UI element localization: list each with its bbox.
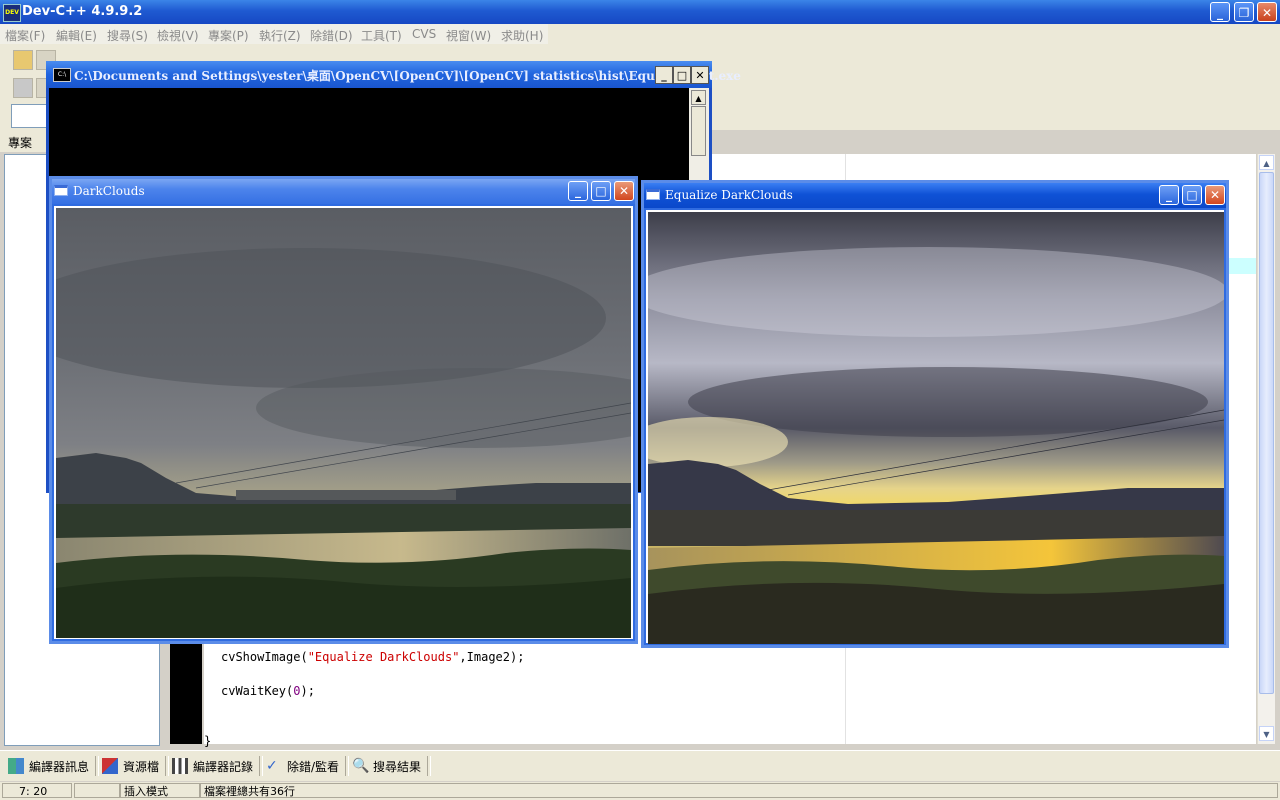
maximize-icon[interactable]: □ [1182, 185, 1202, 205]
menu-project[interactable]: 專案(P) [208, 27, 249, 44]
code-fn: cvShowImage( [221, 650, 308, 664]
code-line-showimage[interactable]: cvShowImage("Equalize DarkClouds",Image2… [221, 650, 524, 664]
menu-search[interactable]: 搜尋(S) [107, 27, 148, 44]
menu-view[interactable]: 檢視(V) [157, 27, 199, 44]
restore-icon[interactable]: ❐ [1234, 2, 1254, 22]
tab-label: 編譯器訊息 [29, 759, 90, 774]
tab-project[interactable]: 專案 [0, 130, 47, 152]
minimize-icon[interactable]: _ [1210, 2, 1230, 22]
tab-label: 除錯/監看 [287, 759, 340, 774]
code-closing-brace: } [204, 734, 212, 748]
menu-cvs[interactable]: CVS [412, 27, 436, 41]
minimize-icon[interactable]: _ [568, 181, 588, 201]
menu-edit[interactable]: 編輯(E) [56, 27, 97, 44]
window-icon [54, 185, 68, 196]
code-line-waitkey[interactable]: cvWaitKey(0); [221, 684, 315, 698]
status-bar: 7: 20 插入模式 檔案裡總共有36行 [0, 782, 1280, 800]
console-window-title: C:\Documents and Settings\yester\桌面\Open… [74, 69, 741, 83]
console-app-icon: C:\ [53, 68, 71, 82]
darkclouds-image [56, 208, 631, 638]
compiler-icon [8, 758, 24, 774]
editor-gutter [170, 640, 202, 744]
tab-search-results[interactable]: 🔍 搜尋結果 [352, 755, 421, 777]
minimize-icon[interactable]: _ [1159, 185, 1179, 205]
menu-bar: 檔案(F) 編輯(E) 搜尋(S) 檢視(V) 專案(P) 執行(Z) 除錯(D… [0, 24, 1280, 44]
new-project-icon[interactable] [13, 50, 33, 70]
maximize-icon[interactable]: □ [673, 66, 691, 84]
tab-label: 資源檔 [123, 759, 160, 774]
tab-project-label: 專案 [8, 136, 33, 150]
tab-separator [259, 756, 263, 776]
tab-label: 搜尋結果 [373, 759, 422, 774]
bottom-panel-tabs: 編譯器訊息 資源檔 編譯器記錄 ✓ 除錯/監看 🔍 搜尋結果 [0, 750, 1280, 781]
console-title-bar: C:\ C:\Documents and Settings\yester\桌面\… [46, 61, 741, 88]
grid-icon[interactable] [13, 78, 33, 98]
code-string: "Equalize DarkClouds" [307, 650, 460, 664]
bar-chart-icon [172, 758, 188, 774]
scroll-down-icon[interactable]: ▼ [1259, 726, 1274, 741]
editor-vertical-scrollbar[interactable]: ▲ ▼ [1257, 154, 1275, 744]
minimize-icon[interactable]: _ [655, 66, 673, 84]
status-insert-mode: 插入模式 [120, 783, 200, 798]
menu-tools[interactable]: 工具(T) [361, 27, 402, 44]
close-icon[interactable]: ✕ [1205, 185, 1225, 205]
close-icon[interactable]: ✕ [614, 181, 634, 201]
code-rest: ,Image2); [459, 650, 525, 664]
scroll-up-icon[interactable]: ▲ [1259, 155, 1274, 170]
darkclouds-window: DarkClouds _ □ ✕ [49, 176, 638, 644]
window-icon [646, 189, 660, 200]
menu-window[interactable]: 視窗(W) [446, 27, 491, 44]
resources-icon [102, 758, 118, 774]
tab-separator [427, 756, 431, 776]
status-line-count: 檔案裡總共有36行 [200, 783, 1278, 798]
tab-compiler-messages[interactable]: 編譯器訊息 [8, 755, 89, 777]
class-combo-input[interactable] [11, 104, 47, 128]
equalize-window-title: Equalize DarkClouds [665, 188, 793, 202]
equalize-title-bar: Equalize DarkClouds _ □ ✕ [644, 183, 1226, 208]
code-rest: ); [300, 684, 315, 698]
close-icon[interactable]: ✕ [1257, 2, 1277, 22]
scroll-up-icon[interactable]: ▲ [691, 90, 706, 105]
code-fn: cvWaitKey( [221, 684, 294, 698]
tab-separator [165, 756, 169, 776]
maximize-icon[interactable]: □ [591, 181, 611, 201]
menu-execute[interactable]: 執行(Z) [259, 27, 301, 44]
scroll-thumb[interactable] [1259, 172, 1274, 694]
darkclouds-window-title: DarkClouds [73, 184, 145, 198]
status-cursor-position: 7: 20 [2, 783, 72, 798]
tab-resources[interactable]: 資源檔 [102, 755, 159, 777]
scroll-thumb[interactable] [691, 106, 706, 156]
menu-debug[interactable]: 除錯(D) [310, 27, 353, 44]
magnifier-icon: 🔍 [352, 758, 370, 774]
current-line-highlight [1226, 258, 1256, 274]
tab-separator [345, 756, 349, 776]
equalize-darkclouds-window: Equalize DarkClouds _ □ ✕ [641, 180, 1229, 648]
tab-label: 編譯器記錄 [193, 759, 254, 774]
darkclouds-title-bar: DarkClouds _ □ ✕ [52, 179, 635, 204]
checkmark-icon: ✓ [266, 758, 278, 774]
status-empty-panel [74, 783, 120, 798]
close-icon[interactable]: ✕ [691, 66, 709, 84]
ide-window-title: Dev-C++ 4.9.9.2 [22, 4, 143, 19]
devcpp-app-icon: DEV [3, 4, 21, 22]
tab-debug-watch[interactable]: ✓ 除錯/監看 [266, 755, 339, 777]
tab-separator [95, 756, 99, 776]
tab-compile-log[interactable]: 編譯器記錄 [172, 755, 253, 777]
ide-title-bar: DEV Dev-C++ 4.9.9.2 _ ❐ ✕ [0, 0, 1280, 24]
equalized-image [648, 212, 1224, 644]
menu-help[interactable]: 求助(H) [501, 27, 543, 44]
menu-file[interactable]: 檔案(F) [5, 27, 45, 44]
